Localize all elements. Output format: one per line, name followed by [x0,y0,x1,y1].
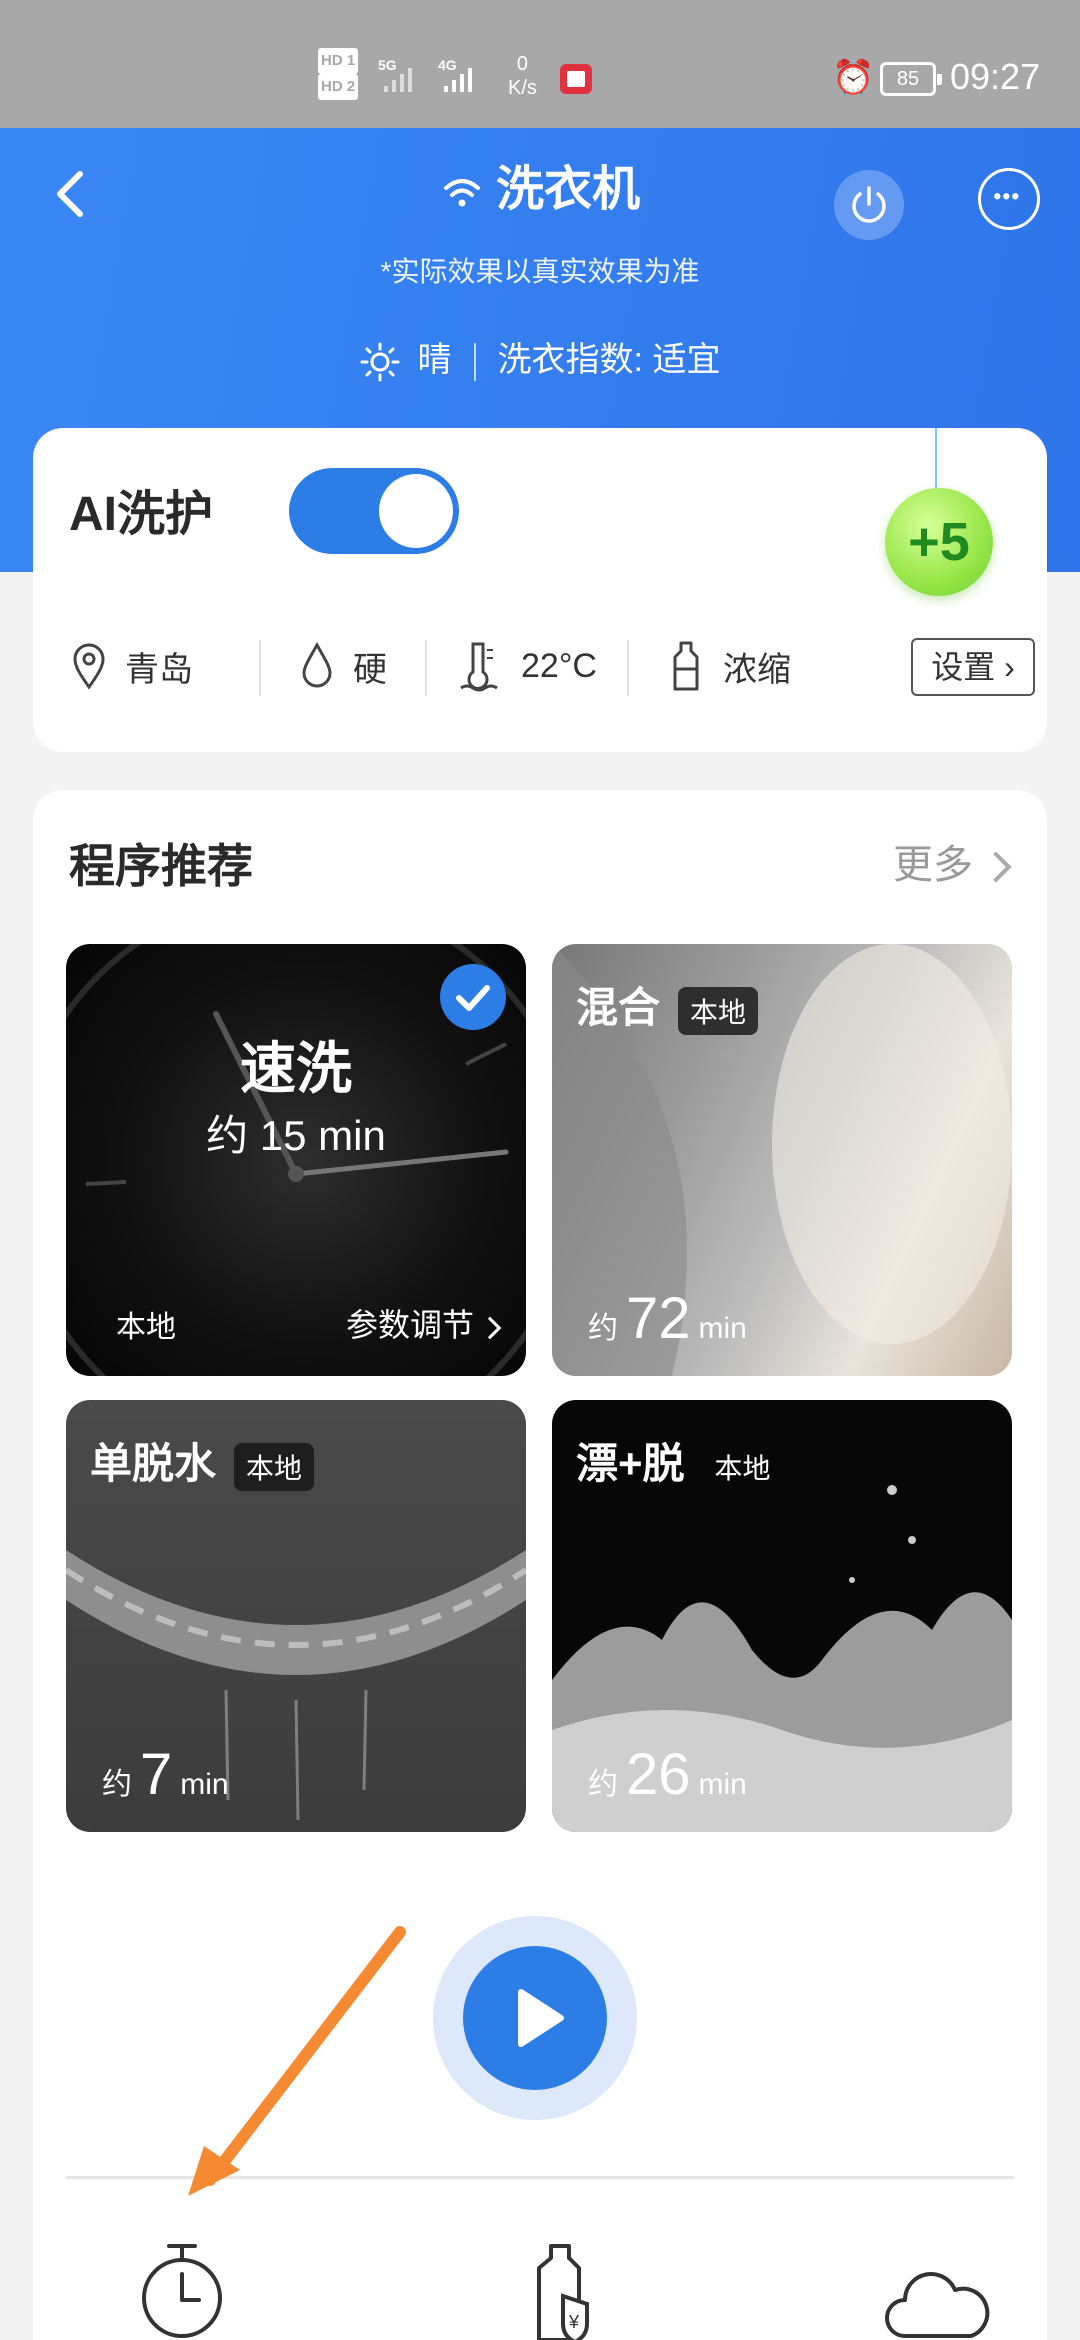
weather-text: 晴 [417,341,452,379]
signal-4g-icon: 4G [438,57,472,92]
program-name: 漂+脱 本地 [576,1430,783,1491]
chevron-right-icon [980,851,1012,883]
power-icon[interactable] [834,170,904,240]
hd2-label: HD 2 [318,74,359,100]
location-param: 青岛 [71,632,193,700]
program-tile-quick-wash[interactable]: 速洗 约 15 min 本地 参数调节 [66,944,526,1376]
toggle-knob [379,474,453,548]
wash-index: 洗衣指数: 适宜 [497,341,721,379]
play-icon [518,1989,564,2047]
more-label: 更多 [893,843,973,887]
svg-text:¥: ¥ [568,2312,580,2332]
clock: 09:27 [950,56,1041,97]
water-param: 硬 [299,632,387,700]
program-duration: 约 15 min [206,1112,386,1159]
program-source: 本地 [116,1311,176,1344]
chevron-right-icon [478,1316,502,1339]
detergent-price-icon[interactable]: ¥ [517,2240,607,2340]
program-tile-rinse-spin[interactable]: 漂+脱 本地 约 26 min [552,1400,1012,1832]
weather-divider [473,343,476,382]
signal-5g-icon: 5G [378,57,412,92]
ai-care-toggle[interactable] [289,468,459,554]
alarm-icon: ⏰ [832,59,875,97]
param-divider [627,640,629,696]
program-tile-spin[interactable]: 单脱水 本地 约 7 min [66,1400,526,1832]
cloud-icon[interactable] [883,2240,993,2340]
program-name-text: 漂+脱 [576,1440,685,1487]
settings-button[interactable]: 设置 › [911,638,1035,696]
location-label: 青岛 [125,650,193,689]
duration-prefix: 约 [588,1312,618,1345]
ai-care-title: AI洗护 [69,488,214,541]
duration-minutes: 26 [626,1742,691,1807]
program-tile-mixed[interactable]: 混合 本地 约 72 min [552,944,1012,1376]
program-name-text: 混合 [576,984,661,1031]
duration-minutes: 72 [626,1286,691,1351]
temperature-param: 22°C [459,632,597,700]
detergent-label: 浓缩 [723,650,791,689]
program-duration: 约 26 min [588,1741,747,1808]
detergent-param: 浓缩 [669,632,791,700]
wifi-icon [443,179,480,207]
more-programs-link[interactable]: 更多 [893,832,1012,890]
annotation-arrow [188,1926,406,2196]
temperature-label: 22°C [521,646,597,685]
net-speed-unit: K/s [508,77,537,99]
local-badge: 本地 [234,1442,315,1491]
duration-minutes: 7 [140,1742,173,1807]
duration-unit: min [698,1768,747,1801]
sun-icon [360,342,400,382]
param-adjust-link[interactable]: 参数调节 [345,1300,502,1346]
check-icon [440,964,506,1030]
program-name: 速洗 [240,1037,352,1100]
signal-4g-label: 4G [438,57,457,73]
start-button[interactable] [463,1946,607,2090]
program-section-title: 程序推荐 [69,840,253,892]
duration-unit: min [698,1312,747,1345]
location-icon [73,643,105,690]
duration-prefix: 约 [588,1768,618,1801]
duration-unit: min [180,1768,229,1801]
net-speed: 0 K/s [508,52,537,100]
detergent-bottle-icon [673,641,699,691]
net-speed-value: 0 [516,53,529,75]
start-button-ring [433,1916,637,2120]
hd1-label: HD 1 [318,48,359,74]
param-adjust-label: 参数调节 [345,1307,474,1343]
ai-care-params: 青岛 硬 22°C 浓缩 设置 › [63,632,1035,700]
program-name: 单脱水 本地 [90,1430,315,1491]
program-duration: 约 72 min [588,1285,747,1352]
param-divider [425,640,427,696]
status-bar: HD 1 HD 2 5G 4G 0 K/s ⏰ 85 09:27 [0,0,1080,128]
hd-indicator: HD 1 HD 2 [318,48,361,100]
weather-row: 晴 洗衣指数: 适宜 [0,336,1080,384]
ai-care-card: AI洗护 +5 青岛 硬 22°C 浓缩 设置 › [33,428,1047,752]
water-drop-icon [302,641,332,688]
program-name: 混合 本地 [576,974,759,1035]
disclaimer: *实际效果以真实效果为准 [380,256,700,287]
thermometer-icon [460,642,498,692]
title-row: 洗衣机 [0,158,1080,222]
program-duration: 约 7 min [102,1741,229,1808]
water-label: 硬 [353,650,387,689]
duration-prefix: 约 [102,1768,132,1801]
points-bubble[interactable]: +5 [885,488,993,596]
more-icon[interactable] [978,168,1040,230]
program-name-text: 单脱水 [90,1440,217,1487]
local-badge: 本地 [678,986,759,1035]
bubble-string [935,428,937,488]
page-title: 洗衣机 [495,163,640,216]
settings-label: 设置 [931,649,996,685]
signal-5g-label: 5G [378,57,397,73]
timer-icon[interactable] [137,2240,227,2340]
local-badge: 本地 [714,1452,771,1484]
param-divider [259,640,261,696]
battery-icon: 85 [880,62,942,96]
book-app-icon [560,64,592,94]
